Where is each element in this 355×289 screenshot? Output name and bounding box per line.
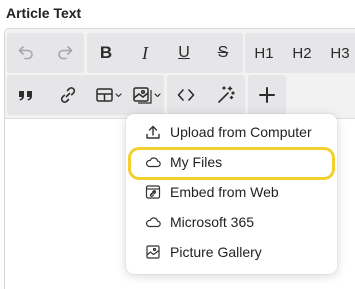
link-button[interactable] — [49, 75, 87, 115]
bold-button[interactable]: B — [87, 33, 125, 73]
redo-button[interactable] — [46, 33, 84, 73]
code-icon — [177, 88, 195, 102]
editor-toolbar: B I U S H1 H2 H3 — [5, 29, 355, 119]
link-icon — [58, 85, 78, 105]
tools-group — [167, 75, 245, 115]
cloud-icon — [145, 154, 161, 170]
menu-item-embed-from-web[interactable]: Embed from Web — [126, 177, 337, 207]
heading2-button[interactable]: H2 — [283, 33, 321, 73]
italic-button[interactable]: I — [126, 33, 164, 73]
underline-button[interactable]: U — [165, 33, 203, 73]
blockquote-button[interactable] — [7, 75, 45, 115]
history-group — [7, 33, 84, 73]
menu-item-microsoft-365[interactable]: Microsoft 365 — [126, 207, 337, 237]
table-button[interactable] — [89, 75, 129, 115]
embed-web-icon — [145, 184, 161, 200]
upload-icon — [145, 124, 161, 140]
image-source-menu: Upload from Computer My Files Embed from… — [126, 114, 337, 274]
undo-icon — [17, 44, 35, 62]
magic-wand-icon — [216, 85, 236, 105]
quote-icon — [18, 88, 34, 102]
heading3-button[interactable]: H3 — [321, 33, 355, 73]
menu-item-upload-from-computer[interactable]: Upload from Computer — [126, 117, 337, 147]
insert-button[interactable] — [248, 75, 286, 115]
image-button[interactable] — [129, 75, 164, 115]
table-icon — [95, 86, 123, 104]
menu-item-picture-gallery[interactable]: Picture Gallery — [126, 237, 337, 267]
menu-item-my-files[interactable]: My Files — [126, 147, 337, 177]
undo-button[interactable] — [7, 33, 45, 73]
insert-group — [7, 75, 164, 115]
heading-group: H1 H2 H3 — [245, 33, 355, 73]
gallery-icon — [145, 244, 161, 260]
more-group — [248, 75, 286, 115]
plus-icon — [258, 86, 276, 104]
redo-icon — [56, 44, 74, 62]
image-icon — [132, 85, 162, 105]
cloud-icon — [145, 214, 161, 230]
code-button[interactable] — [167, 75, 205, 115]
strikethrough-button[interactable]: S — [204, 33, 242, 73]
heading1-button[interactable]: H1 — [245, 33, 283, 73]
magic-button[interactable] — [207, 75, 245, 115]
field-label: Article Text — [6, 5, 82, 21]
format-group: B I U S — [87, 33, 243, 73]
